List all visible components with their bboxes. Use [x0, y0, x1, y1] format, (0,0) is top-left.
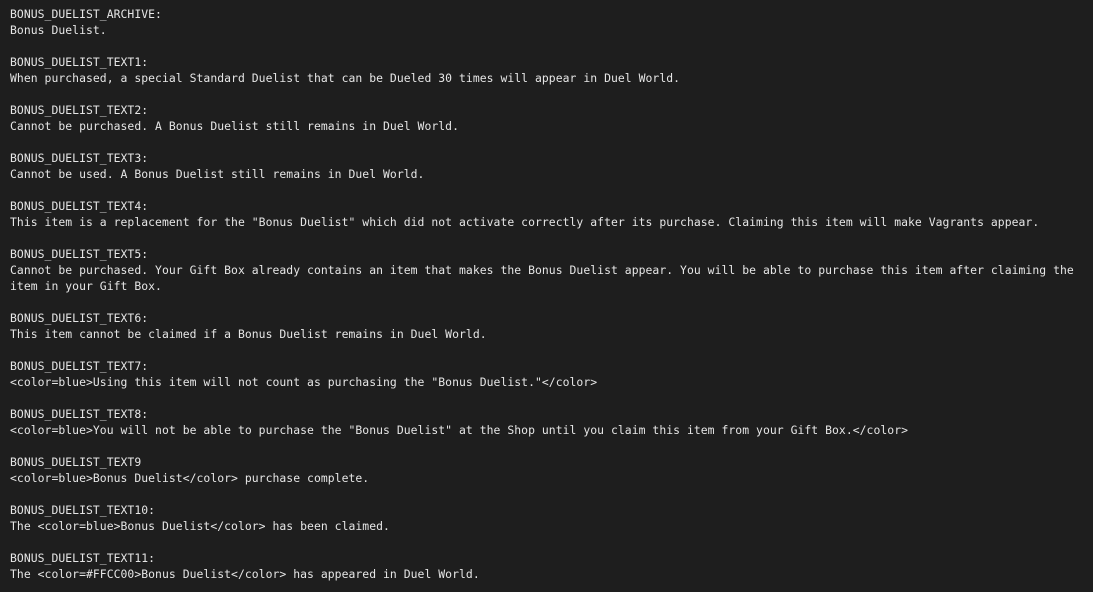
entry-key: BONUS_DUELIST_TEXT11:: [10, 551, 156, 565]
entry-bonus-duelist-archive: BONUS_DUELIST_ARCHIVE: Bonus Duelist.: [10, 6, 1083, 38]
entry-bonus-duelist-text11: BONUS_DUELIST_TEXT11: The <color=#FFCC00…: [10, 550, 1083, 582]
entry-key: BONUS_DUELIST_TEXT1:: [10, 55, 149, 69]
entry-bonus-duelist-text7: BONUS_DUELIST_TEXT7: <color=blue>Using t…: [10, 358, 1083, 390]
entry-bonus-duelist-text4: BONUS_DUELIST_TEXT4: This item is a repl…: [10, 198, 1083, 230]
entry-key: BONUS_DUELIST_TEXT7:: [10, 359, 149, 373]
entry-value: Cannot be used. A Bonus Duelist still re…: [10, 167, 425, 181]
text-output-panel: BONUS_DUELIST_ARCHIVE: Bonus Duelist. BO…: [0, 0, 1093, 592]
entry-key: BONUS_DUELIST_TEXT8:: [10, 407, 149, 421]
entry-bonus-duelist-text2: BONUS_DUELIST_TEXT2: Cannot be purchased…: [10, 102, 1083, 134]
entry-bonus-duelist-text3: BONUS_DUELIST_TEXT3: Cannot be used. A B…: [10, 150, 1083, 182]
entry-key: BONUS_DUELIST_TEXT2:: [10, 103, 149, 117]
entry-bonus-duelist-text8: BONUS_DUELIST_TEXT8: <color=blue>You wil…: [10, 406, 1083, 438]
entry-key: BONUS_DUELIST_TEXT6:: [10, 311, 149, 325]
entry-value: <color=blue>Bonus Duelist</color> purcha…: [10, 471, 370, 485]
entry-value: When purchased, a special Standard Dueli…: [10, 71, 681, 85]
entry-value: <color=blue>Using this item will not cou…: [10, 375, 598, 389]
entry-value: This item is a replacement for the "Bonu…: [10, 215, 1040, 229]
entry-value: This item cannot be claimed if a Bonus D…: [10, 327, 487, 341]
entry-key: BONUS_DUELIST_TEXT5:: [10, 247, 149, 261]
entry-value: The <color=#FFCC00>Bonus Duelist</color>…: [10, 567, 480, 581]
entry-value: Cannot be purchased. A Bonus Duelist sti…: [10, 119, 460, 133]
entry-key: BONUS_DUELIST_TEXT9: [10, 455, 142, 469]
entry-value: The <color=blue>Bonus Duelist</color> ha…: [10, 519, 390, 533]
entry-value: Bonus Duelist.: [10, 23, 107, 37]
entry-bonus-duelist-text9: BONUS_DUELIST_TEXT9 <color=blue>Bonus Du…: [10, 454, 1083, 486]
entry-bonus-duelist-text10: BONUS_DUELIST_TEXT10: The <color=blue>Bo…: [10, 502, 1083, 534]
entry-key: BONUS_DUELIST_ARCHIVE:: [10, 7, 162, 21]
entry-key: BONUS_DUELIST_TEXT10:: [10, 503, 156, 517]
entry-value: Cannot be purchased. Your Gift Box alrea…: [10, 263, 1081, 293]
entry-key: BONUS_DUELIST_TEXT3:: [10, 151, 149, 165]
entry-value: <color=blue>You will not be able to purc…: [10, 423, 909, 437]
entry-bonus-duelist-text5: BONUS_DUELIST_TEXT5: Cannot be purchased…: [10, 246, 1083, 294]
entry-bonus-duelist-text6: BONUS_DUELIST_TEXT6: This item cannot be…: [10, 310, 1083, 342]
entry-bonus-duelist-text1: BONUS_DUELIST_TEXT1: When purchased, a s…: [10, 54, 1083, 86]
entry-key: BONUS_DUELIST_TEXT4:: [10, 199, 149, 213]
